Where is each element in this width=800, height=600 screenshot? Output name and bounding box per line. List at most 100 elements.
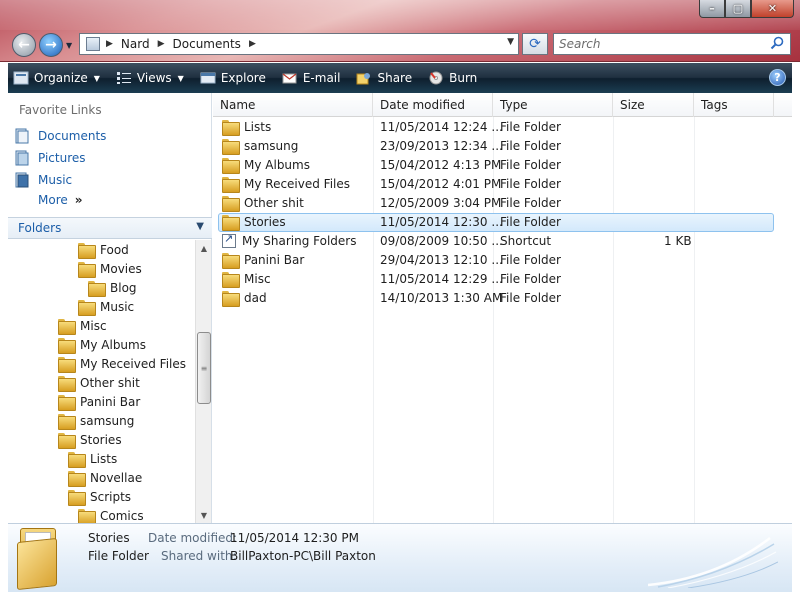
help-button[interactable]: ? bbox=[769, 69, 786, 86]
details-item-name: Stories bbox=[88, 531, 130, 545]
file-row[interactable]: dad 14/10/2013 1:30 AM File Folder bbox=[218, 289, 774, 308]
file-row[interactable]: Misc 11/05/2014 12:29 ... File Folder bbox=[218, 270, 774, 289]
folder-icon bbox=[68, 489, 86, 506]
file-name: My Sharing Folders bbox=[222, 232, 357, 248]
favorite-link-documents[interactable]: Documents bbox=[14, 128, 106, 144]
address-dropdown-icon[interactable]: ▼ bbox=[507, 37, 514, 47]
folder-icon bbox=[78, 508, 96, 523]
tree-item[interactable]: samsung bbox=[58, 411, 134, 430]
chevron-down-icon[interactable]: ▼ bbox=[196, 221, 204, 232]
music-icon bbox=[15, 172, 29, 188]
tree-item[interactable]: Misc bbox=[58, 316, 107, 335]
search-input[interactable] bbox=[559, 37, 764, 51]
folder-icon bbox=[222, 253, 240, 269]
breadcrumb-documents[interactable]: Documents bbox=[173, 37, 241, 51]
tree-item[interactable]: Lists bbox=[68, 449, 117, 468]
tree-item[interactable]: Novellae bbox=[68, 468, 142, 487]
tree-item-label: Panini Bar bbox=[80, 394, 141, 409]
tree-item[interactable]: Blog bbox=[88, 278, 137, 297]
favorite-link-pictures[interactable]: Pictures bbox=[14, 150, 86, 166]
details-date-label: Date modified: bbox=[148, 531, 238, 545]
search-icon[interactable] bbox=[770, 36, 784, 50]
file-type: File Folder bbox=[500, 158, 561, 172]
folder-tree-scrollbar[interactable]: ▲ ≡ ▼ bbox=[195, 240, 211, 523]
file-name: Misc bbox=[222, 272, 271, 288]
file-row[interactable]: My Albums 15/04/2012 4:13 PM File Folder bbox=[218, 156, 774, 175]
column-header-date[interactable]: Date modified bbox=[373, 93, 493, 117]
column-header-size[interactable]: Size bbox=[613, 93, 694, 117]
share-button[interactable]: Share bbox=[356, 71, 412, 85]
close-button[interactable]: ✕ bbox=[751, 0, 794, 18]
maximize-icon: ▢ bbox=[732, 2, 744, 15]
tree-item[interactable]: Scripts bbox=[68, 487, 131, 506]
organize-button[interactable]: Organize ▼ bbox=[13, 71, 100, 85]
breadcrumb-separator-icon[interactable]: ▶ bbox=[249, 39, 256, 49]
file-row-selected[interactable]: Stories 11/05/2014 12:30 ... File Folder bbox=[218, 213, 774, 232]
folders-label: Folders bbox=[18, 221, 62, 235]
scrollbar-thumb[interactable]: ≡ bbox=[197, 332, 211, 404]
file-name: Lists bbox=[222, 120, 271, 136]
tree-item[interactable]: Stories bbox=[58, 430, 122, 449]
tree-item-label: Scripts bbox=[90, 489, 132, 504]
file-row[interactable]: Other shit 12/05/2009 3:04 PM File Folde… bbox=[218, 194, 774, 213]
column-header-label: Type bbox=[500, 98, 528, 112]
burn-button[interactable]: Burn bbox=[428, 71, 477, 85]
file-row[interactable]: Lists 11/05/2014 12:24 ... File Folder bbox=[218, 118, 774, 137]
search-box[interactable] bbox=[553, 33, 791, 55]
file-list: Name Date modified Type Size Tags Lists … bbox=[213, 93, 792, 523]
tree-item[interactable]: Panini Bar bbox=[58, 392, 140, 411]
minimize-button[interactable]: – bbox=[699, 0, 725, 18]
breadcrumb-separator-icon[interactable]: ▶ bbox=[158, 39, 165, 49]
folder-icon bbox=[58, 413, 76, 430]
explore-button[interactable]: Explore bbox=[200, 71, 266, 85]
tree-item[interactable]: Comics bbox=[78, 506, 144, 523]
tree-item[interactable]: My Albums bbox=[58, 335, 146, 354]
back-button[interactable]: ← bbox=[12, 33, 36, 57]
file-name: Other shit bbox=[222, 196, 304, 212]
scroll-up-icon[interactable]: ▲ bbox=[196, 240, 212, 256]
details-date-value: 11/05/2014 12:30 PM bbox=[230, 531, 359, 545]
tree-item[interactable]: My Received Files bbox=[58, 354, 186, 373]
address-bar[interactable]: ▶ Nard ▶ Documents ▶ ▼ bbox=[79, 33, 519, 55]
organize-icon bbox=[13, 71, 29, 85]
email-button[interactable]: E-mail bbox=[282, 71, 340, 85]
tree-item-label: Other shit bbox=[80, 375, 140, 390]
tree-item[interactable]: Movies bbox=[78, 259, 142, 278]
large-folder-icon bbox=[17, 528, 61, 591]
tree-item-label: samsung bbox=[80, 413, 135, 428]
folder-icon bbox=[222, 177, 240, 193]
tree-item-label: Stories bbox=[80, 432, 122, 447]
column-header-name[interactable]: Name bbox=[213, 93, 373, 117]
details-shared-value: BillPaxton-PC\Bill Paxton bbox=[230, 549, 376, 563]
breadcrumb-separator-icon[interactable]: ▶ bbox=[106, 39, 113, 49]
tree-item[interactable]: Music bbox=[78, 297, 134, 316]
forward-button[interactable]: → bbox=[39, 33, 63, 57]
file-row[interactable]: Panini Bar 29/04/2013 12:10 ... File Fol… bbox=[218, 251, 774, 270]
computer-folder-icon bbox=[86, 37, 100, 51]
tree-item[interactable]: Food bbox=[78, 240, 129, 259]
file-name: My Albums bbox=[222, 158, 310, 174]
file-row[interactable]: My Sharing Folders 09/08/2009 10:50 ... … bbox=[218, 232, 774, 251]
breadcrumb-nard[interactable]: Nard bbox=[121, 37, 150, 51]
burn-label: Burn bbox=[449, 71, 478, 85]
scroll-down-icon[interactable]: ▼ bbox=[196, 507, 212, 523]
refresh-button[interactable]: ⟳ bbox=[522, 33, 548, 55]
file-row[interactable]: samsung 23/09/2013 12:34 ... File Folder bbox=[218, 137, 774, 156]
file-row[interactable]: My Received Files 15/04/2012 4:01 PM Fil… bbox=[218, 175, 774, 194]
maximize-button[interactable]: ▢ bbox=[725, 0, 751, 18]
favorite-links-more[interactable]: More » bbox=[38, 193, 83, 207]
favorite-link-music[interactable]: Music bbox=[14, 172, 72, 188]
folder-icon bbox=[222, 120, 240, 136]
column-header-tags[interactable]: Tags bbox=[694, 93, 774, 117]
column-header-type[interactable]: Type bbox=[493, 93, 613, 117]
tree-item-label: Food bbox=[100, 242, 129, 257]
tree-item-label: Misc bbox=[80, 318, 107, 333]
folder-icon bbox=[222, 158, 240, 174]
views-label: Views bbox=[136, 71, 172, 85]
folder-icon bbox=[222, 291, 240, 307]
file-name-label: Panini Bar bbox=[244, 253, 305, 267]
recent-pages-dropdown[interactable]: ▼ bbox=[66, 41, 72, 50]
folders-header[interactable]: Folders ▼ bbox=[8, 217, 212, 239]
views-button[interactable]: Views ▼ bbox=[116, 71, 184, 85]
tree-item[interactable]: Other shit bbox=[58, 373, 140, 392]
